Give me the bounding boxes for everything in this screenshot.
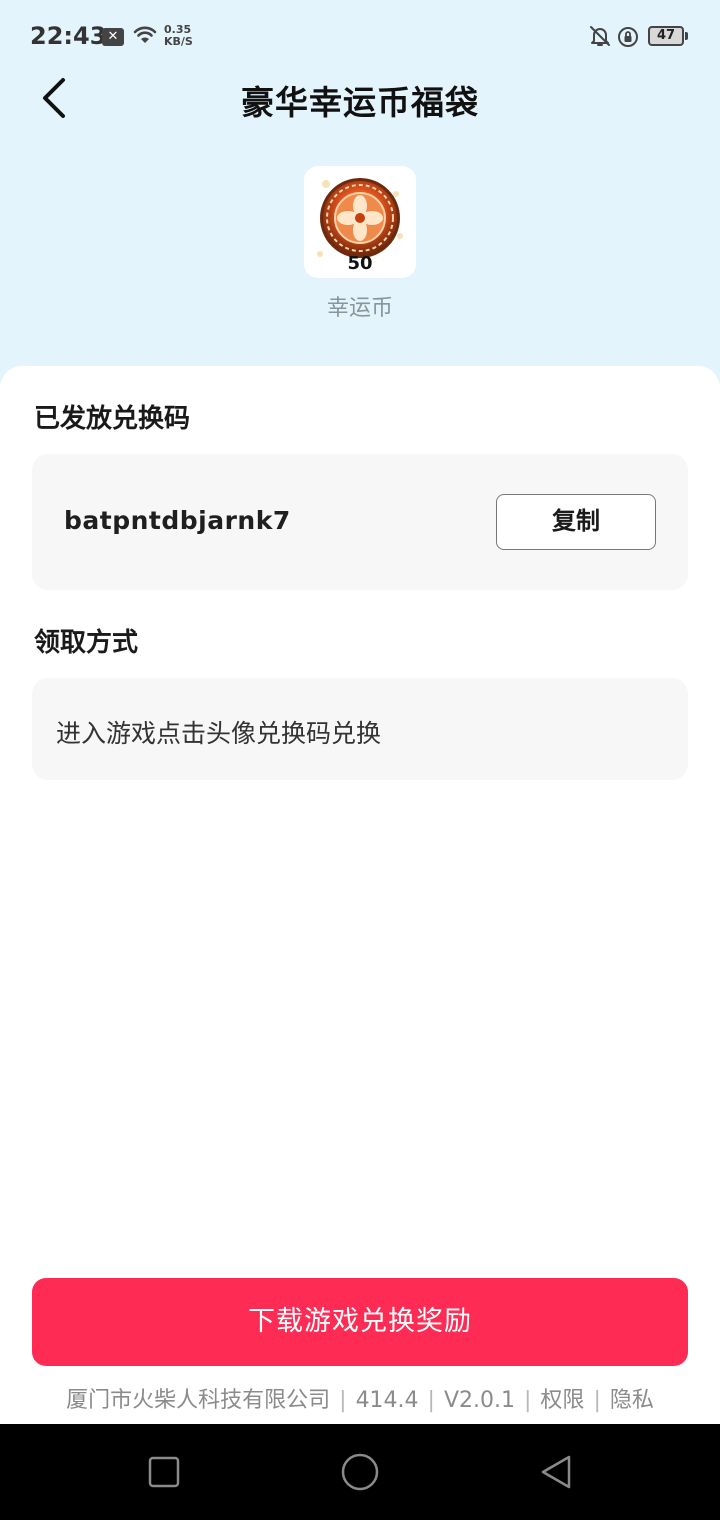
reward-tile: 50 [304,166,416,278]
status-bar: 22:43 ✕ 0.35 KB/S 47 [0,0,720,72]
bell-mute-icon [588,24,612,52]
download-game-button[interactable]: 下载游戏兑换奖励 [32,1278,688,1366]
wifi-icon [132,24,158,50]
battery-icon: 47 [648,26,684,46]
redeem-code: batpntdbjarnk7 [64,506,291,535]
redeem-card: 已发放兑换码 batpntdbjarnk7 复制 领取方式 进入游戏点击头像兑换… [0,366,720,814]
footer-privacy-link[interactable]: 隐私 [610,1388,654,1413]
footer-company: 厦门市火柴人科技有限公司 [66,1388,331,1413]
footer-version: V2.0.1 [443,1388,515,1413]
status-time: 22:43 [30,22,107,50]
footer-separator: | [593,1388,601,1413]
reward-name: 幸运币 [326,296,393,321]
copy-button[interactable]: 复制 [496,494,656,550]
footer-permissions-link[interactable]: 权限 [540,1388,584,1413]
recent-apps-button[interactable] [142,1450,186,1494]
method-description: 进入游戏点击头像兑换码兑换 [56,719,382,748]
home-button[interactable] [338,1450,382,1494]
screen: 22:43 ✕ 0.35 KB/S 47 豪华幸运币福袋 50 幸运币 已发放兑… [0,0,720,1520]
code-section-title: 已发放兑换码 [34,404,191,434]
reward-count: 50 [347,253,373,274]
footer-separator: | [524,1388,532,1413]
square-icon [148,1456,180,1488]
method-section-title: 领取方式 [34,628,139,658]
footer-size: 414.4 [355,1388,419,1413]
net-speed: 0.35 KB/S [164,24,193,48]
footer: 厦门市火柴人科技有限公司 | 414.4 | V2.0.1 | 权限 | 隐私 [0,1382,720,1414]
battery-tip [685,32,688,40]
circle-icon [341,1453,379,1491]
rotation-lock-icon [616,25,640,53]
code-box: batpntdbjarnk7 复制 [32,454,688,590]
system-back-button[interactable] [534,1450,578,1494]
footer-separator: | [427,1388,435,1413]
page-title: 豪华幸运币福袋 [241,83,479,122]
footer-separator: | [339,1388,347,1413]
navigation-bar [0,1424,720,1520]
method-box: 进入游戏点击头像兑换码兑换 [32,678,688,780]
triangle-back-icon [541,1455,571,1489]
x-icon: ✕ [102,28,124,46]
net-speed-unit: KB/S [164,35,193,48]
